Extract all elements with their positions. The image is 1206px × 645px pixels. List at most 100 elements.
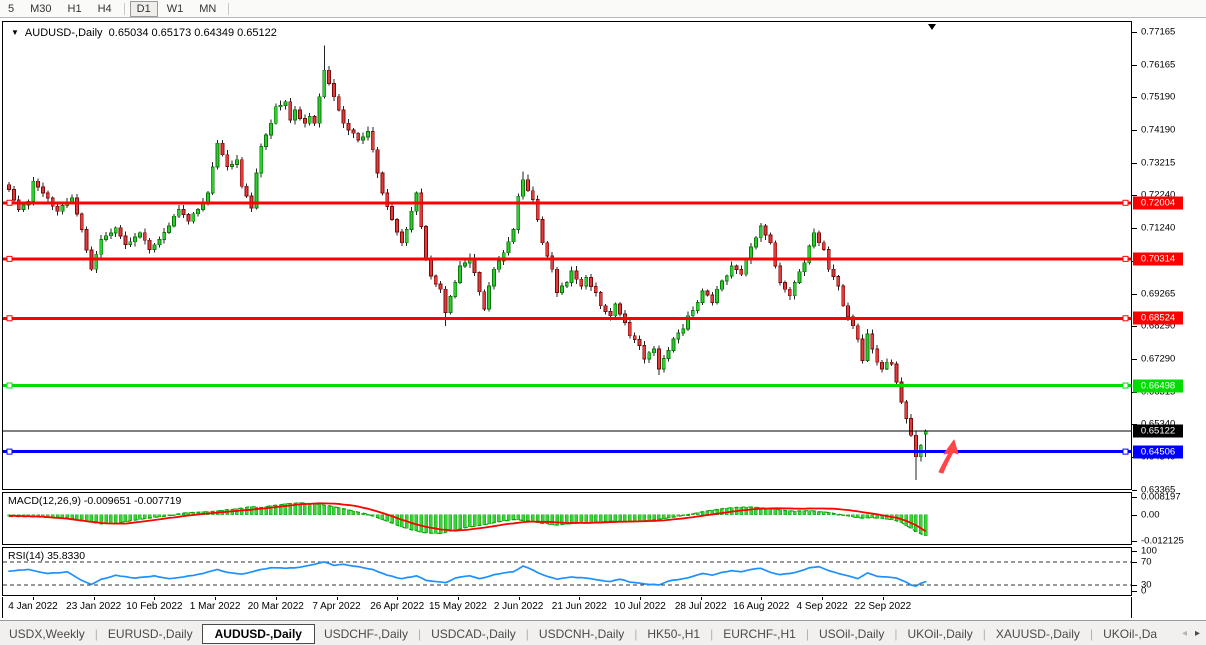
- price-line-label: 0.66498: [1133, 379, 1183, 392]
- macd-tick-label: 0.008197: [1141, 492, 1181, 503]
- rsi-tick-label: 100: [1141, 546, 1157, 557]
- timeframe-button-m30[interactable]: M30: [23, 1, 58, 17]
- price-tick-mark: [1132, 359, 1137, 360]
- rsi-tick-label: 70: [1141, 557, 1152, 568]
- price-axis[interactable]: 0.771650.761650.751900.741900.732150.722…: [1132, 21, 1206, 618]
- chart-tab-usoil-daily[interactable]: USOil-,Daily: [810, 624, 893, 644]
- time-axis-label: 16 Aug 2022: [733, 601, 789, 612]
- rsi-tick-label: 0: [1141, 586, 1146, 597]
- macd-indicator-panel[interactable]: MACD(12,26,9) -0.009651 -0.007719: [2, 492, 1132, 545]
- chart-tab-ukoil-daily[interactable]: UKOil-,Daily: [898, 624, 981, 644]
- timeframe-button-w1[interactable]: W1: [160, 1, 191, 17]
- rsi-indicator-panel[interactable]: RSI(14) 35.8330: [2, 547, 1132, 596]
- chevron-down-icon[interactable]: ▼: [11, 28, 19, 37]
- time-axis-tick: [761, 597, 762, 600]
- price-tick-label: 0.74190: [1141, 125, 1175, 136]
- time-axis-label: 21 Jun 2022: [552, 601, 607, 612]
- time-axis-tick: [276, 597, 277, 600]
- chart-tab-eurchf-h1[interactable]: EURCHF-,H1: [714, 624, 805, 644]
- time-axis[interactable]: 4 Jan 202223 Jan 202210 Feb 20221 Mar 20…: [2, 597, 1132, 618]
- price-line-label: 0.64506: [1133, 445, 1183, 458]
- chart-tab-hk50-h1[interactable]: HK50-,H1: [638, 624, 709, 644]
- chart-tab-usdcad-daily[interactable]: USDCAD-,Daily: [422, 624, 525, 644]
- time-axis-tick: [579, 597, 580, 600]
- chart-shift-marker-icon[interactable]: [928, 24, 936, 30]
- price-tick-label: 0.77165: [1141, 26, 1175, 37]
- price-line-label: 0.72004: [1133, 196, 1183, 209]
- time-axis-label: 2 Jun 2022: [494, 601, 544, 612]
- timeframe-button-h4[interactable]: H4: [91, 1, 119, 17]
- time-axis-tick: [701, 597, 702, 600]
- tab-scroll-left-icon[interactable]: ◂: [1182, 628, 1187, 639]
- price-tick-mark: [1132, 163, 1137, 164]
- time-axis-label: 23 Jan 2022: [66, 601, 121, 612]
- rsi-tick-mark: [1132, 551, 1137, 552]
- time-axis-label: 22 Sep 2022: [854, 601, 911, 612]
- chart-title: ▼ AUDUSD-,Daily 0.65034 0.65173 0.64349 0…: [11, 27, 277, 39]
- time-axis-tick: [154, 597, 155, 600]
- macd-tick-label: 0.00: [1141, 509, 1160, 520]
- time-axis-label: 28 Jul 2022: [675, 601, 727, 612]
- timeframe-toolbar: 5M30H1H4 D1W1MN: [0, 0, 1206, 18]
- chart-tab-eurusd-daily[interactable]: EURUSD-,Daily: [99, 624, 202, 644]
- tab-scroll-arrows: ◂▸: [1182, 628, 1206, 639]
- timeframe-button-mn[interactable]: MN: [192, 1, 223, 17]
- trading-platform-window: 5M30H1H4 D1W1MN ▼ AUDUSD-,Daily 0.65034 0.…: [0, 0, 1206, 645]
- price-tick-label: 0.69265: [1141, 288, 1175, 299]
- rsi-tick-mark: [1132, 562, 1137, 563]
- price-tick-label: 0.73215: [1141, 157, 1175, 168]
- chart-symbol-label: AUDUSD-,Daily: [25, 27, 103, 39]
- price-tick-mark: [1132, 294, 1137, 295]
- timeframe-button-5[interactable]: 5: [1, 1, 21, 17]
- timeframe-button-d1[interactable]: D1: [130, 1, 158, 17]
- tab-scroll-right-icon[interactable]: ▸: [1195, 628, 1200, 639]
- chart-tabs-bar: USDX,Weekly|EURUSD-,DailyAUDUSD-,DailyUS…: [0, 620, 1206, 645]
- price-chart-panel[interactable]: ▼ AUDUSD-,Daily 0.65034 0.65173 0.64349 0…: [2, 21, 1132, 490]
- time-axis-label: 10 Jul 2022: [614, 601, 666, 612]
- time-axis-label: 15 May 2022: [429, 601, 487, 612]
- price-line-label: 0.70314: [1133, 252, 1183, 265]
- time-axis-label: 4 Jan 2022: [8, 601, 58, 612]
- chart-ohlc-values: 0.65034 0.65173 0.64349 0.65122: [109, 27, 277, 39]
- toolbar-separator: [228, 3, 229, 15]
- macd-tick-mark: [1132, 497, 1137, 498]
- chart-tab-usdx-weekly[interactable]: USDX,Weekly: [0, 624, 94, 644]
- chart-tab-usdcnh-daily[interactable]: USDCNH-,Daily: [530, 624, 633, 644]
- time-axis-label: 1 Mar 2022: [190, 601, 241, 612]
- price-tick-label: 0.75190: [1141, 92, 1175, 103]
- chart-tab-xauusd-daily[interactable]: XAUUSD-,Daily: [987, 624, 1089, 644]
- price-tick-label: 0.71240: [1141, 223, 1175, 234]
- time-axis-tick: [458, 597, 459, 600]
- time-axis-tick: [397, 597, 398, 600]
- price-tick-mark: [1132, 32, 1137, 33]
- timeframe-button-h1[interactable]: H1: [61, 1, 89, 17]
- chart-tab-audusd-daily[interactable]: AUDUSD-,Daily: [202, 624, 315, 644]
- price-tick-mark: [1132, 97, 1137, 98]
- price-tick-mark: [1132, 228, 1137, 229]
- time-axis-label: 20 Mar 2022: [248, 601, 304, 612]
- macd-tick-mark: [1132, 515, 1137, 516]
- chart-tab-ukoil-da[interactable]: UKOil-,Da: [1094, 624, 1166, 644]
- price-tick-mark: [1132, 490, 1137, 491]
- rsi-chart-canvas[interactable]: [3, 548, 1131, 595]
- time-axis-tick: [215, 597, 216, 600]
- macd-tick-mark: [1132, 541, 1137, 542]
- time-axis-label: 7 Apr 2022: [312, 601, 360, 612]
- price-line-label: 0.68524: [1133, 312, 1183, 325]
- time-axis-label: 26 Apr 2022: [370, 601, 424, 612]
- trend-up-arrow: [939, 440, 958, 473]
- price-tick-mark: [1132, 65, 1137, 66]
- time-axis-tick: [883, 597, 884, 600]
- time-axis-tick: [33, 597, 34, 600]
- candlestick-chart-canvas[interactable]: [3, 22, 1131, 489]
- time-axis-tick: [519, 597, 520, 600]
- time-axis-tick: [337, 597, 338, 600]
- toolbar-separator: [124, 3, 125, 15]
- chart-tab-usdchf-daily[interactable]: USDCHF-,Daily: [315, 624, 417, 644]
- time-axis-tick: [640, 597, 641, 600]
- rsi-tick-mark: [1132, 585, 1137, 586]
- rsi-tick-mark: [1132, 591, 1137, 592]
- price-line-label: 0.65122: [1133, 425, 1183, 438]
- price-tick-mark: [1132, 326, 1137, 327]
- price-tick-label: 0.67290: [1141, 354, 1175, 365]
